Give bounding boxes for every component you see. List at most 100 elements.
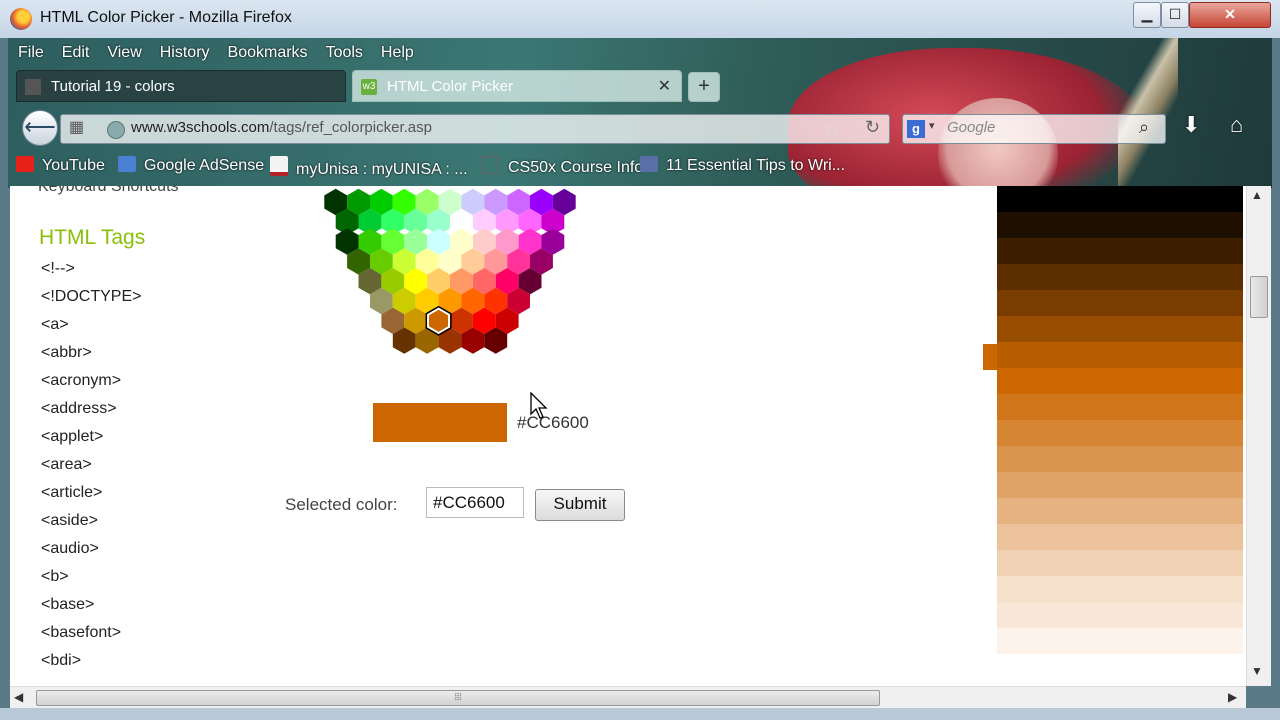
search-engine-dropdown-icon[interactable]: ▾ [929, 119, 935, 132]
sidebar-tag-link[interactable]: <applet> [41, 428, 103, 446]
close-button[interactable]: ✕ [1189, 2, 1271, 28]
shade-swatch[interactable] [997, 446, 1243, 472]
menu-history[interactable]: History [150, 40, 218, 62]
url-host: www.w3schools.com [131, 119, 270, 136]
tab-html-color-picker[interactable]: w3 HTML Color Picker ✕ [352, 70, 682, 102]
download-icon[interactable]: ⬇ [1182, 112, 1200, 138]
sidebar-tag-link[interactable]: <base> [41, 596, 94, 614]
menubar: File Edit View History Bookmarks Tools Help [8, 40, 422, 68]
home-icon[interactable]: ⌂ [1230, 112, 1243, 138]
sidebar-tag-link[interactable]: <aside> [41, 512, 98, 530]
google-engine-icon[interactable]: g [907, 120, 925, 138]
sidebar-tag-link[interactable]: <area> [41, 456, 92, 474]
sidebar-tag-link[interactable]: <a> [41, 316, 69, 334]
firefox-icon [10, 8, 32, 30]
tab-label: HTML Color Picker [387, 78, 514, 95]
sidebar-tag-link[interactable]: <audio> [41, 540, 99, 558]
horizontal-scrollbar[interactable]: ◀ ⦙⦙⦙ ▶ [10, 686, 1246, 709]
tab-groups-icon[interactable]: ▦ [69, 120, 85, 136]
window-titlebar: HTML Color Picker - Mozilla Firefox ▁ ☐ … [0, 0, 1280, 38]
sidebar-tag-link[interactable]: <acronym> [41, 372, 121, 390]
scroll-up-arrow-icon[interactable]: ▲ [1251, 188, 1263, 202]
sidebar-tag-link[interactable]: <bdi> [41, 652, 81, 670]
shade-swatch[interactable] [997, 576, 1243, 602]
horizontal-scroll-thumb[interactable]: ⦙⦙⦙ [36, 690, 880, 706]
menu-tools[interactable]: Tools [316, 40, 371, 62]
sidebar-tag-link[interactable]: <abbr> [41, 344, 92, 362]
shade-swatch[interactable] [997, 316, 1243, 342]
search-bar[interactable]: g ▾ Google ⌕ [902, 114, 1166, 144]
shade-list [997, 186, 1243, 654]
adsense-icon [118, 156, 136, 172]
bookmark-myunisa[interactable]: myUnisa : myUNISA : ... [270, 156, 468, 179]
menu-bookmarks[interactable]: Bookmarks [218, 40, 316, 62]
navigation-bar: ⟵ ▦ www.w3schools.com/tags/ref_colorpick… [16, 108, 1272, 148]
vertical-scrollbar[interactable]: ▲ ▼ [1246, 186, 1271, 686]
menu-view[interactable]: View [97, 40, 149, 62]
menu-file[interactable]: File [8, 40, 52, 62]
search-input[interactable]: Google [947, 119, 995, 136]
bookmark-essential-tips[interactable]: 11 Essential Tips to Wri... [640, 156, 845, 175]
color-picker-hexmap[interactable] [280, 186, 620, 360]
shade-swatch[interactable] [997, 186, 1243, 212]
shade-swatch[interactable] [997, 628, 1243, 654]
bookmark-label: YouTube [42, 157, 105, 174]
sidebar-link-keyboard-shortcuts[interactable]: Keyboard Shortcuts [38, 186, 179, 196]
bookmark-label: 11 Essential Tips to Wri... [666, 157, 846, 174]
tab-label: Tutorial 19 - colors [51, 78, 175, 95]
shade-swatch[interactable] [997, 368, 1243, 394]
shade-swatch[interactable] [997, 394, 1243, 420]
bookmark-label: CS50x Course Info [508, 159, 644, 176]
search-icon[interactable]: ⌕ [1139, 117, 1149, 138]
url-bar[interactable]: ▦ www.w3schools.com/tags/ref_colorpicker… [60, 114, 890, 144]
menu-help[interactable]: Help [371, 40, 422, 62]
shade-swatch[interactable] [997, 264, 1243, 290]
site-identity-icon[interactable] [107, 121, 125, 139]
bookmark-label: myUnisa : myUNISA : ... [296, 161, 468, 178]
scroll-right-arrow-icon[interactable]: ▶ [1228, 690, 1237, 704]
shade-swatch[interactable] [997, 550, 1243, 576]
bookmark-google-adsense[interactable]: Google AdSense [118, 156, 264, 175]
bookmark-youtube[interactable]: YouTube [16, 156, 105, 175]
reload-icon[interactable]: ↻ [865, 117, 880, 138]
selected-color-input[interactable] [426, 487, 524, 518]
bookmark-star-icon[interactable]: ☆ [823, 117, 841, 142]
selected-shade-marker [983, 344, 997, 370]
shade-swatch[interactable] [997, 290, 1243, 316]
tab-bar: Tutorial 19 - colors w3 HTML Color Picke… [16, 70, 721, 104]
shade-swatch[interactable] [997, 212, 1243, 238]
new-tab-button[interactable]: + [688, 72, 720, 102]
bookmark-cs50x[interactable]: CS50x Course Info [480, 156, 643, 177]
url-text: www.w3schools.com/tags/ref_colorpicker.a… [131, 119, 432, 136]
menu-edit[interactable]: Edit [52, 40, 98, 62]
shade-swatch[interactable] [997, 602, 1243, 628]
sidebar-tag-link[interactable]: <b> [41, 568, 69, 586]
tab-tutorial-colors[interactable]: Tutorial 19 - colors [16, 70, 346, 102]
scroll-down-arrow-icon[interactable]: ▼ [1251, 664, 1263, 678]
w3schools-favicon-icon: w3 [361, 79, 377, 95]
window-title: HTML Color Picker - Mozilla Firefox [40, 9, 292, 26]
maximize-button[interactable]: ☐ [1161, 2, 1189, 28]
shade-swatch[interactable] [997, 238, 1243, 264]
vertical-scroll-thumb[interactable] [1250, 276, 1268, 318]
selected-color-label: Selected color: [285, 495, 398, 514]
minimize-button[interactable]: ▁ [1133, 2, 1161, 28]
sidebar-tag-link[interactable]: <article> [41, 484, 102, 502]
color-preview-hex: #CC6600 [517, 413, 589, 432]
sidebar-tag-link[interactable]: <address> [41, 400, 117, 418]
tab-favicon-icon [25, 79, 41, 95]
shade-swatch[interactable] [997, 342, 1243, 368]
scroll-left-arrow-icon[interactable]: ◀ [14, 690, 23, 704]
window-bottom-edge [0, 708, 1280, 720]
sidebar-tag-link[interactable]: <!--> [41, 260, 75, 278]
sidebar-tag-link[interactable]: <!DOCTYPE> [41, 288, 141, 306]
shade-swatch[interactable] [997, 420, 1243, 446]
sidebar-tag-link[interactable]: <basefont> [41, 624, 121, 642]
tab-close-icon[interactable]: ✕ [658, 71, 671, 103]
back-button[interactable]: ⟵ [22, 110, 58, 146]
color-preview-swatch [373, 403, 507, 442]
shade-swatch[interactable] [997, 472, 1243, 498]
shade-swatch[interactable] [997, 524, 1243, 550]
shade-swatch[interactable] [997, 498, 1243, 524]
submit-button[interactable]: Submit [535, 489, 625, 521]
